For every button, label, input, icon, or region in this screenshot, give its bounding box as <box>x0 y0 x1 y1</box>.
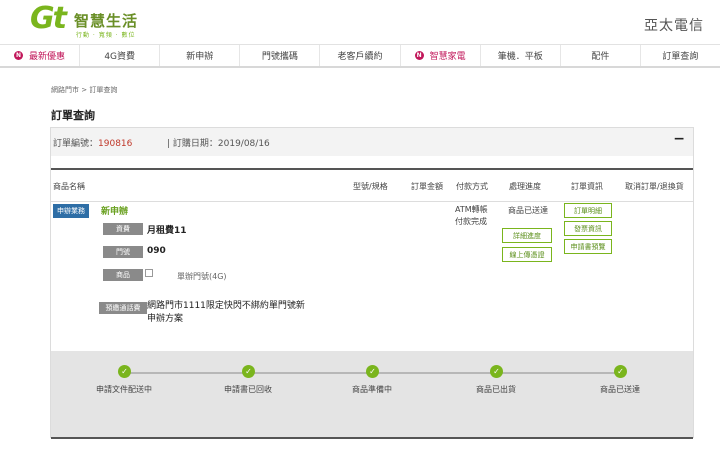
order-detail-button[interactable]: 訂單明細 <box>564 203 612 218</box>
detail-progress-button[interactable]: 詳細進度 <box>502 228 552 243</box>
main-nav: N 最新優惠 4G資費 新申辦 門號攜碼 老客戶續約 N 智慧家電 筆機．平板 … <box>0 44 720 68</box>
check-icon: ✓ <box>614 365 627 378</box>
nav-item-number-porting[interactable]: 門號攜碼 <box>240 45 321 66</box>
nav-item-label: 4G資費 <box>104 52 136 62</box>
product-image-icon <box>145 269 153 277</box>
order-number-value: 190816 <box>98 139 133 149</box>
nav-item-latest-offers[interactable]: N 最新優惠 <box>0 45 81 66</box>
order-header: 訂單編號：190816 | 訂購日期：2019/08/16 − <box>51 128 693 156</box>
plan-value: 月租費11 <box>147 226 187 236</box>
product-name: 新申辦 <box>101 207 129 217</box>
process-status: 商品已送達 <box>508 206 548 215</box>
col-amount: 訂單金額 <box>411 182 443 191</box>
application-preview-button[interactable]: 申請書預覽 <box>564 239 612 254</box>
col-product-name: 商品名稱 <box>53 182 85 191</box>
plan-label: 資費 <box>103 223 143 235</box>
check-icon: ✓ <box>118 365 131 378</box>
site-header: Gt 智慧生活 行動 · 寬頻 · 數位 亞太電信 <box>0 0 720 44</box>
prepaid-value: 網路門市1111限定快閃不綁約單門號新申辦方案 <box>147 301 305 324</box>
invoice-info-button[interactable]: 發票資訊 <box>564 221 612 236</box>
check-icon: ✓ <box>242 365 255 378</box>
nav-item-label: 最新優惠 <box>29 52 66 62</box>
col-model: 型號/規格 <box>353 182 388 191</box>
product-label: 商品 <box>103 269 143 281</box>
phone-number-label: 門號 <box>103 246 143 258</box>
nav-item-accessories[interactable]: 配件 <box>561 45 641 66</box>
order-progress-tracker: ✓ 申請文件配送中 ✓ 申請書已回收 ✓ 商品準備中 ✓ 商品已出貨 ✓ 商品已… <box>51 351 693 437</box>
nav-item-label: 門號攜碼 <box>261 52 298 62</box>
card-bottom-divider <box>51 437 693 439</box>
check-icon: ✓ <box>366 365 379 378</box>
col-progress: 處理進度 <box>509 182 541 191</box>
page-title: 訂單查詢 <box>51 109 95 122</box>
order-number-label: 訂單編號： <box>53 139 99 149</box>
col-payment: 付款方式 <box>456 182 488 191</box>
order-card: 訂單編號：190816 | 訂購日期：2019/08/16 − 商品名稱 型號/… <box>50 127 694 439</box>
col-order-info: 訂單資訊 <box>571 182 603 191</box>
nav-item-4g-plans[interactable]: 4G資費 <box>80 45 161 66</box>
payment-method: ATM轉帳 付款完成 <box>455 204 488 228</box>
nav-item-label: 智慧家電 <box>429 52 466 62</box>
nav-item-label: 筆機．平板 <box>497 52 543 62</box>
upload-proof-button[interactable]: 線上傳憑證 <box>502 247 552 262</box>
table-header: 商品名稱 型號/規格 訂單金額 付款方式 處理進度 訂單資訊 取消訂單/退換貨 <box>51 168 693 202</box>
check-icon: ✓ <box>490 365 503 378</box>
collapse-icon[interactable]: − <box>673 131 685 147</box>
step-label-delivered: 商品已送達 <box>600 385 640 394</box>
product-value: 單辦門號(4G) <box>177 272 227 281</box>
logo-title: 智慧生活 <box>74 12 139 30</box>
nav-item-label: 配件 <box>591 52 610 62</box>
order-number: 訂單編號：190816 <box>53 136 132 149</box>
prepaid-label: 預繳通話費 <box>99 302 147 314</box>
new-badge-icon: N <box>414 51 424 60</box>
nav-item-smart-appliances[interactable]: N 智慧家電 <box>401 45 481 66</box>
nav-item-order-query[interactable]: 訂單查詢 <box>641 45 720 66</box>
nav-item-new-application[interactable]: 新申辦 <box>160 45 241 66</box>
nav-item-label: 老客戶續約 <box>337 52 383 62</box>
logo-mark: Gt <box>30 1 67 36</box>
step-label-application-received: 申請書已回收 <box>224 385 272 394</box>
col-cancel-return: 取消訂單/退換貨 <box>625 182 684 191</box>
breadcrumb[interactable]: 網路門市 > 訂單查詢 <box>51 85 117 95</box>
order-date: | 訂購日期：2019/08/16 <box>167 139 270 149</box>
step-label-preparing: 商品準備中 <box>352 385 392 394</box>
step-label-documents-shipping: 申請文件配送中 <box>96 385 152 394</box>
new-badge-icon: N <box>14 51 24 60</box>
payment-status: 付款完成 <box>455 217 487 226</box>
step-label-shipped: 商品已出貨 <box>476 385 516 394</box>
logo-slogan: 行動 · 寬頻 · 數位 <box>76 32 136 39</box>
nav-item-phones-tablets[interactable]: 筆機．平板 <box>481 45 561 66</box>
phone-number-value: 090 <box>147 246 166 256</box>
nav-item-label: 新申辦 <box>186 52 214 62</box>
nav-item-renewal[interactable]: 老客戶續約 <box>320 45 401 66</box>
brand-name[interactable]: 亞太電信 <box>644 15 704 35</box>
gt-logo[interactable]: Gt 智慧生活 行動 · 寬頻 · 數位 <box>30 2 150 42</box>
nav-item-label: 訂單查詢 <box>662 52 699 62</box>
category-tag: 申辦業務 <box>53 204 89 218</box>
payment-type: ATM轉帳 <box>455 205 488 214</box>
